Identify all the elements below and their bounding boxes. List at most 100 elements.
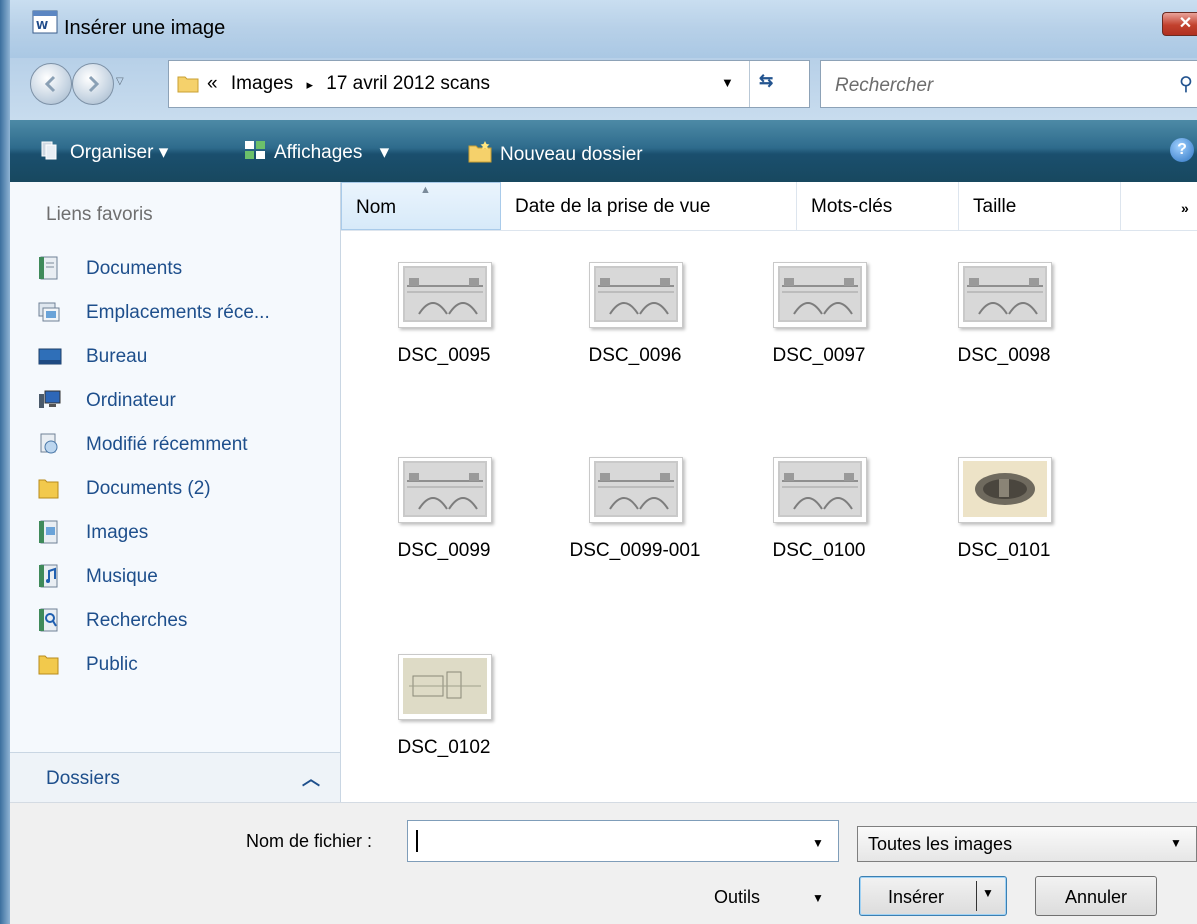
pictures-icon (38, 520, 60, 544)
filetype-select[interactable]: Toutes les images ▼ (857, 826, 1197, 862)
column-header-label: Mots-clés (811, 196, 893, 217)
forward-button[interactable] (72, 63, 114, 105)
new-folder-label: Nouveau dossier (500, 144, 643, 166)
split-divider (976, 881, 977, 911)
sidebar-item-label: Images (86, 522, 149, 543)
tools-dropdown-icon[interactable]: ▼ (812, 891, 824, 905)
file-item[interactable]: DSC_0098 (931, 262, 1081, 382)
column-header-name[interactable]: ▲ Nom (341, 182, 501, 230)
sidebar-item-desktop[interactable]: Bureau (38, 344, 338, 374)
folder-icon (38, 476, 60, 500)
more-columns-icon[interactable]: » (1181, 200, 1189, 216)
search-placeholder: Rechercher (835, 75, 934, 96)
refresh-icon[interactable]: ⇆ (759, 71, 773, 91)
file-item[interactable]: DSC_0101 (931, 457, 1081, 577)
file-name: DSC_0102 (397, 737, 491, 758)
sidebar-item-label: Modifié récemment (86, 434, 248, 455)
column-header-tags[interactable]: Mots-clés (797, 182, 959, 230)
sidebar-item-music[interactable]: Musique (38, 564, 338, 594)
views-button[interactable]: Affichages ▾ (244, 140, 389, 166)
file-item[interactable]: DSC_0100 (746, 457, 896, 577)
window-left-edge (0, 0, 10, 924)
close-button[interactable]: ✕ (1162, 12, 1197, 36)
breadcrumb-separator-icon[interactable]: ▸ (306, 77, 313, 92)
column-header-size[interactable]: Taille (959, 182, 1121, 230)
address-dropdown-icon[interactable]: ▼ (721, 75, 734, 90)
insert-button[interactable]: Insérer ▼ (859, 876, 1007, 916)
insert-options-dropdown-icon[interactable]: ▼ (982, 886, 994, 900)
column-header-label: Nom (356, 197, 397, 218)
favorites-title: Liens favoris (46, 204, 153, 225)
dialog-footer: Nom de fichier : ▼ Toutes les images ▼ O… (10, 802, 1197, 924)
word-app-icon: W (32, 10, 58, 34)
folder-icon (177, 72, 199, 94)
folders-toggle[interactable]: Dossiers ︿ (10, 752, 340, 803)
cancel-label: Annuler (1064, 887, 1128, 907)
recent-pages-dropdown-icon[interactable]: ▽ (116, 76, 124, 87)
sidebar-item-computer[interactable]: Ordinateur (38, 388, 338, 418)
image-thumbnail-icon (958, 457, 1052, 523)
desktop-icon (38, 344, 62, 368)
new-folder-button[interactable]: Nouveau dossier (468, 140, 643, 170)
tools-button[interactable]: Outils (714, 887, 760, 908)
file-name: DSC_0099-001 (569, 540, 701, 561)
filename-dropdown-icon[interactable]: ▼ (812, 836, 824, 850)
document-icon (38, 256, 60, 280)
address-bar[interactable]: « Images ▸ 17 avril 2012 scans ▼ ⇆ (168, 60, 810, 108)
file-item[interactable]: DSC_0095 (371, 262, 521, 382)
column-headers: ▲ Nom Date de la prise de vue Mots-clés … (341, 182, 1197, 231)
sidebar-item-documents[interactable]: Documents (38, 256, 338, 286)
sidebar-item-images[interactable]: Images (38, 520, 338, 550)
sidebar-item-label: Documents (2) (86, 478, 211, 499)
file-item[interactable]: DSC_0102 (371, 654, 521, 774)
breadcrumb-current-folder[interactable]: 17 avril 2012 scans (326, 73, 490, 94)
image-thumbnail-icon (773, 457, 867, 523)
sidebar-item-label: Musique (86, 566, 158, 587)
file-item[interactable]: DSC_0099-001 (562, 457, 712, 577)
back-arrow-icon (44, 75, 56, 93)
file-item[interactable]: DSC_0096 (562, 262, 712, 382)
file-name: DSC_0097 (772, 345, 866, 366)
navigation-bar: ▽ « Images ▸ 17 avril 2012 scans ▼ ⇆ Rec… (10, 58, 1197, 120)
sidebar-item-searches[interactable]: Recherches (38, 608, 338, 638)
filename-label: Nom de fichier : (246, 831, 373, 851)
back-button[interactable] (30, 63, 72, 105)
search-icon[interactable]: ⚲ (1179, 73, 1193, 96)
folder-icon (38, 652, 60, 676)
file-name: DSC_0096 (588, 345, 682, 366)
help-icon[interactable]: ? (1170, 138, 1194, 162)
breadcrumb-overflow-icon[interactable]: « (207, 73, 218, 94)
file-name: DSC_0100 (772, 540, 866, 561)
sidebar-item-label: Emplacements réce... (86, 302, 270, 323)
organize-label: Organiser (70, 142, 154, 164)
cancel-button[interactable]: Annuler (1035, 876, 1157, 916)
image-thumbnail-icon (773, 262, 867, 328)
column-header-date-taken[interactable]: Date de la prise de vue (501, 182, 797, 230)
sidebar-item-label: Bureau (86, 346, 148, 367)
image-thumbnail-icon (398, 457, 492, 523)
favorites-pane: Liens favoris Documents Emplacements réc… (10, 182, 341, 802)
sidebar-item-label: Recherches (86, 610, 188, 631)
organize-icon (40, 140, 62, 166)
sidebar-item-recently-changed[interactable]: Modifié récemment (38, 432, 338, 462)
text-caret (416, 830, 418, 852)
title-bar: W Insérer une image ✕ (10, 0, 1197, 58)
sidebar-item-recent-places[interactable]: Emplacements réce... (38, 300, 338, 330)
sidebar-item-documents-2[interactable]: Documents (2) (38, 476, 338, 506)
file-name: DSC_0095 (397, 345, 491, 366)
chevron-up-icon[interactable]: ︿ (302, 765, 320, 791)
file-item[interactable]: DSC_0099 (371, 457, 521, 577)
file-name: DSC_0101 (957, 540, 1051, 561)
sidebar-item-public[interactable]: Public (38, 652, 338, 682)
sidebar-item-label: Ordinateur (86, 390, 176, 411)
chevron-down-icon: ▾ (158, 142, 169, 164)
organize-button[interactable]: Organiser ▾ (40, 140, 168, 166)
file-item[interactable]: DSC_0097 (746, 262, 896, 382)
search-input[interactable]: Rechercher ⚲ (820, 60, 1197, 108)
breadcrumb: « Images ▸ 17 avril 2012 scans (207, 73, 490, 95)
music-icon (38, 564, 60, 588)
filename-input[interactable]: ▼ (407, 820, 839, 862)
breadcrumb-images[interactable]: Images (231, 73, 293, 94)
chevron-down-icon: ▼ (1170, 836, 1182, 850)
folders-label: Dossiers (46, 768, 120, 789)
